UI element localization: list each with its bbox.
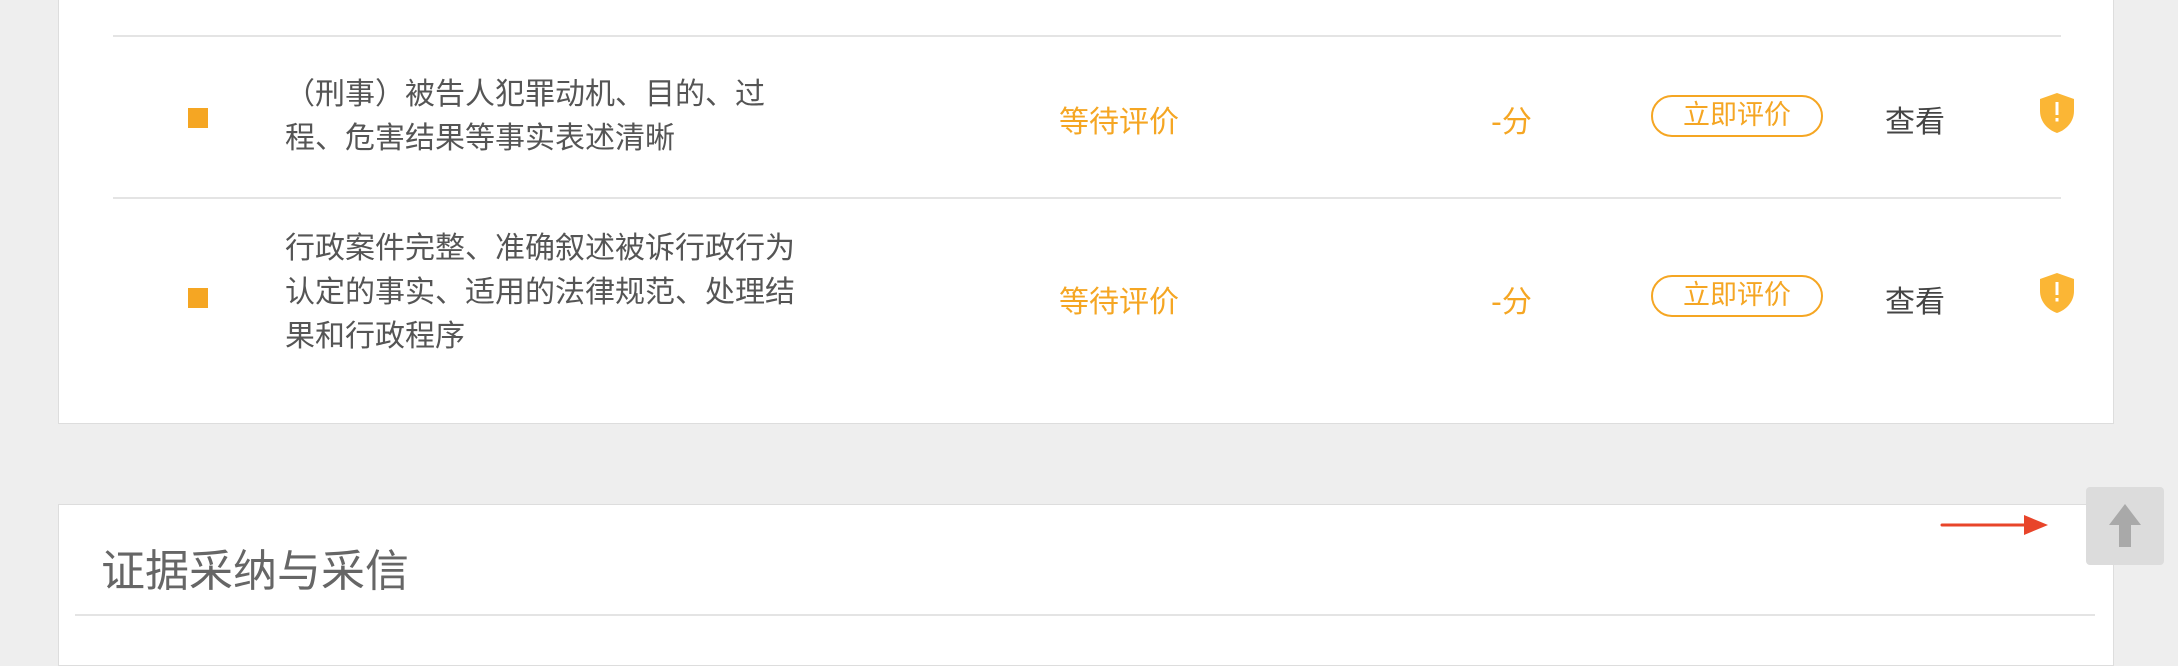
table-row: 行政案件完整、准确叙述被诉行政行为 认定的事实、适用的法律规范、处理结 果和行政… <box>171 197 2119 423</box>
score-text: -分 <box>1491 285 1532 320</box>
criterion-text: （刑事）被告人犯罪动机、目的、过 程、危害结果等事实表述清晰 <box>285 73 845 161</box>
view-link[interactable]: 查看 <box>1885 277 1945 321</box>
status-text: 等待评价 <box>1059 105 1179 140</box>
rate-now-button[interactable]: 立即评价 <box>1651 95 1823 137</box>
shield-warning-icon[interactable] <box>2037 91 2077 135</box>
arrow-up-icon <box>2109 504 2141 547</box>
evaluation-card: （刑事）被告人犯罪动机、目的、过 程、危害结果等事实表述清晰 等待评价 -分 立… <box>58 0 2114 424</box>
criterion-line: （刑事）被告人犯罪动机、目的、过 <box>285 77 765 112</box>
criterion-line: 行政案件完整、准确叙述被诉行政行为 <box>285 231 795 266</box>
bullet-marker <box>188 108 208 128</box>
criterion-text: 行政案件完整、准确叙述被诉行政行为 认定的事实、适用的法律规范、处理结 果和行政… <box>285 227 845 359</box>
shield-warning-icon[interactable] <box>2037 271 2077 315</box>
section-title: 证据采纳与采信 <box>101 546 409 597</box>
red-arrow-icon <box>1940 515 2048 535</box>
criterion-line: 果和行政程序 <box>285 319 465 354</box>
criterion-line: 认定的事实、适用的法律规范、处理结 <box>285 275 795 310</box>
section-divider <box>75 614 2095 616</box>
status-text: 等待评价 <box>1059 285 1179 320</box>
bullet-marker <box>188 288 208 308</box>
score-text: -分 <box>1491 105 1532 140</box>
criterion-line: 程、危害结果等事实表述清晰 <box>285 121 675 156</box>
table-row: （刑事）被告人犯罪动机、目的、过 程、危害结果等事实表述清晰 等待评价 -分 立… <box>171 37 2119 197</box>
evidence-section-card: 证据采纳与采信 <box>58 504 2114 666</box>
view-link[interactable]: 查看 <box>1885 97 1945 141</box>
rate-now-button[interactable]: 立即评价 <box>1651 275 1823 317</box>
back-to-top-button[interactable] <box>2086 487 2164 565</box>
